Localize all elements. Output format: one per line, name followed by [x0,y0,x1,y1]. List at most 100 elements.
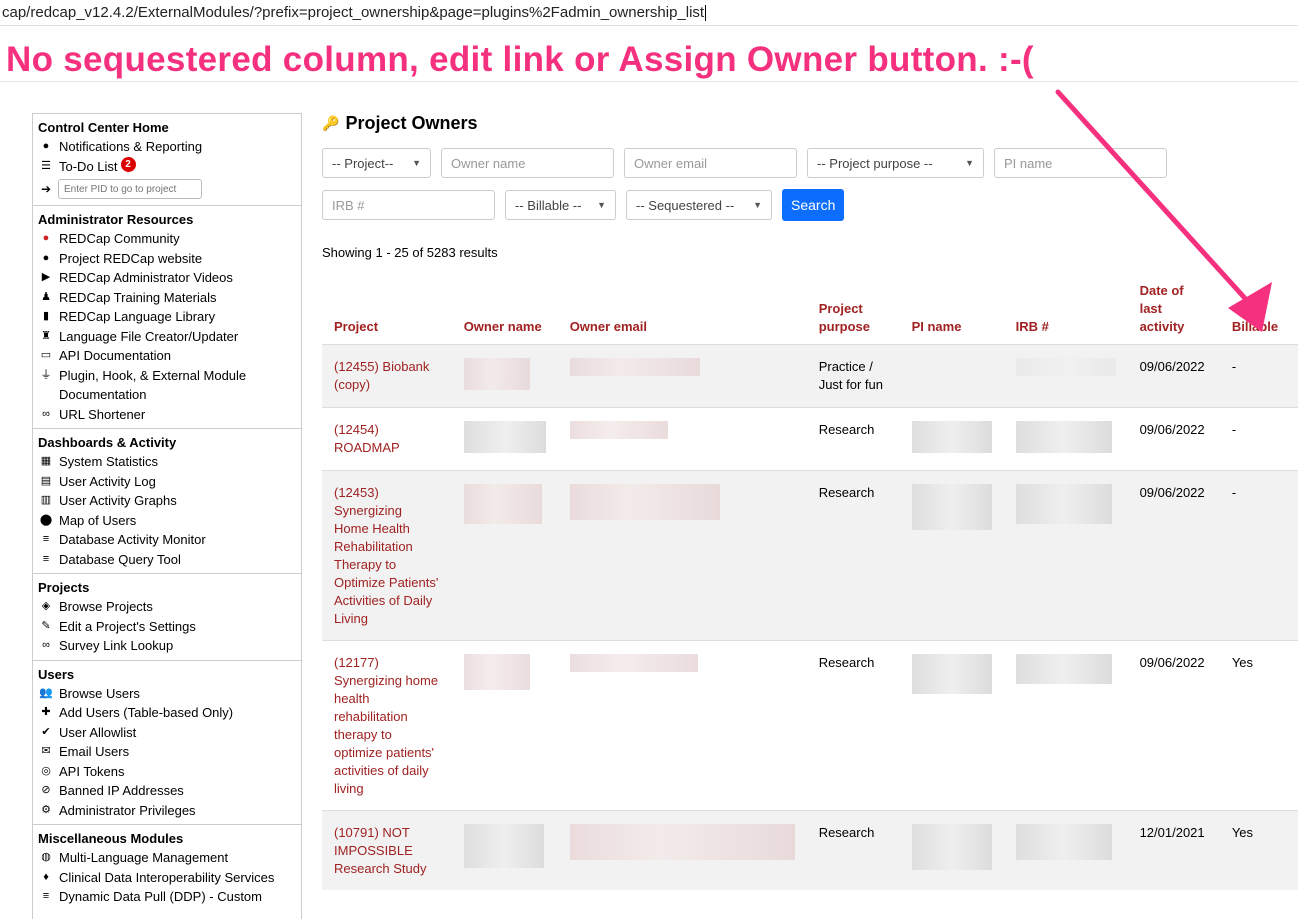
info-icon: ● [42,140,50,152]
results-count: Showing 1 - 25 of 5283 results [322,245,498,260]
purpose-select[interactable]: -- Project purpose -- ▼ [807,148,984,178]
database-icon: ≡ [42,890,50,902]
sidebar-item-plugin-docs[interactable]: ⏚ Plugin, Hook, & External Module Documen… [38,366,296,405]
sidebar-item-todo[interactable]: ☰ To-Do List 2 [38,156,296,177]
search-button[interactable]: Search [782,189,845,221]
table-row: (12453) Synergizing Home Health Rehabili… [322,470,1298,641]
sidebar-item-system-statistics[interactable]: ▦ System Statistics [38,452,296,472]
info-icon: ● [42,251,50,264]
url-text: cap/redcap_v12.4.2/ExternalModules/?pref… [2,4,705,21]
sidebar-item-label: Clinical Data Interoperability Services [59,869,275,885]
sidebar-item-email-users[interactable]: ✉ Email Users [38,742,296,762]
book-icon: ▮ [42,310,50,322]
sidebar-item-map-of-users[interactable]: ⬤ Map of Users [38,511,296,531]
project-link[interactable]: (12453) Synergizing Home Health Rehabili… [322,470,452,641]
project-link[interactable]: (12454) ROADMAP [322,407,452,471]
sidebar-item-label: Database Activity Monitor [59,532,206,547]
sidebar-item-project-website[interactable]: ● Project REDCap website [38,249,296,269]
column-header-last-activity[interactable]: Date of last activity [1128,282,1220,345]
sidebar-item-multi-language[interactable]: ◍ Multi-Language Management [38,848,296,868]
sidebar-item-label: To-Do List [59,158,118,174]
billable-cell: Yes [1219,640,1298,811]
purpose-select-value: -- Project purpose -- [817,155,933,171]
sidebar-item-label: API Tokens [59,763,125,779]
project-link[interactable]: (12177) Synergizing home health rehabili… [322,640,452,811]
sidebar-item-edit-project-settings[interactable]: ✎ Edit a Project's Settings [38,617,296,637]
section-admin-resources: Administrator Resources ● REDCap Communit… [33,206,301,429]
column-header-project[interactable]: Project [322,282,452,345]
section-dashboards: Dashboards & Activity ▦ System Statistics… [33,429,301,574]
pi-name-input[interactable]: PI name [994,148,1167,178]
section-misc: Miscellaneous Modules ◍ Multi-Language Ma… [33,825,301,911]
owner-email-cell [557,344,807,408]
envelope-icon: ✉ [41,745,51,757]
project-select[interactable]: -- Project-- ▼ [322,148,431,178]
column-header-billable[interactable]: Billable [1220,282,1298,345]
irb-cell [1003,407,1128,471]
redacted-block [463,421,546,453]
filter-row-1: -- Project-- ▼ Owner name Owner email -- … [322,148,1298,178]
sidebar-item-label: Map of Users [59,512,137,528]
project-link[interactable]: (10791) NOT IMPOSSIBLE Research Study [322,810,452,890]
project-select-value: -- Project-- [332,155,394,171]
owner-email-cell [557,810,807,890]
sidebar-item-label: Project REDCap website [59,250,203,266]
sidebar-item-language-file-creator[interactable]: ♜ Language File Creator/Updater [38,327,296,347]
sidebar-item-user-activity-graphs[interactable]: ▥ User Activity Graphs [38,491,296,511]
sidebar-item-label: Survey Link Lookup [59,638,174,653]
user-check-icon: ✔ [41,725,51,738]
sidebar-item-db-activity-monitor[interactable]: ≡ Database Activity Monitor [38,530,296,550]
control-center-home-link[interactable]: Control Center Home [38,120,296,135]
sidebar-item-language-library[interactable]: ▮ REDCap Language Library [38,307,296,327]
owner-email-input[interactable]: Owner email [624,148,797,178]
sidebar-item-url-shortener[interactable]: ∞ URL Shortener [38,405,296,425]
pi-name-cell [899,407,1004,471]
purpose-cell: Research [806,810,900,890]
column-header-owner-email[interactable]: Owner email [558,282,807,345]
sidebar-item-db-query-tool[interactable]: ≡ Database Query Tool [38,550,296,570]
key-icon: 🔑 [322,114,340,131]
billable-cell: Yes [1219,810,1298,890]
sidebar-item-add-users[interactable]: ✚ Add Users (Table-based Only) [38,703,296,723]
owner-name-input[interactable]: Owner name [441,148,614,178]
coins-icon: ◎ [41,764,51,777]
sidebar-item-banned-ips[interactable]: ⊘ Banned IP Addresses [38,781,296,801]
sidebar-item-user-activity-log[interactable]: ▤ User Activity Log [38,472,296,492]
sidebar-item-cdis[interactable]: ♦ Clinical Data Interoperability Services [38,868,296,888]
sidebar-item-browse-users[interactable]: 👥 Browse Users [38,684,296,704]
section-title: Miscellaneous Modules [38,831,184,846]
sidebar-item-training-materials[interactable]: ♟ REDCap Training Materials [38,288,296,308]
address-bar[interactable]: cap/redcap_v12.4.2/ExternalModules/?pref… [0,0,1298,26]
sidebar-item-api-tokens[interactable]: ◎ API Tokens [38,762,296,782]
sidebar-item-redcap-community[interactable]: ● REDCap Community [38,229,296,249]
pi-name-placeholder: PI name [1004,155,1053,171]
table-row: (12455) Biobank (copy) Practice / Just f… [322,344,1298,408]
sidebar-item-notifications[interactable]: ● Notifications & Reporting [38,137,296,157]
billable-select-value: -- Billable -- [515,197,582,213]
sidebar-item-api-docs[interactable]: ▭ API Documentation [38,346,296,366]
sidebar-item-admin-videos[interactable]: ▶ REDCap Administrator Videos [38,268,296,288]
section-title: Dashboards & Activity [38,435,177,450]
sidebar-item-survey-link-lookup[interactable]: ∞ Survey Link Lookup [38,636,296,656]
column-header-purpose[interactable]: Project purpose [807,282,900,345]
receipt-icon: ▤ [40,474,52,487]
billable-select[interactable]: -- Billable -- ▼ [505,190,616,220]
sidebar-item-browse-projects[interactable]: ◈ Browse Projects [38,597,296,617]
project-link[interactable]: (12455) Biobank (copy) [322,344,452,408]
sidebar-item-label: User Activity Graphs [59,493,177,508]
column-header-irb[interactable]: IRB # [1004,282,1128,345]
redacted-block [463,824,544,868]
sidebar-item-label: Edit a Project's Settings [59,618,196,634]
column-header-pi-name[interactable]: PI name [900,282,1004,345]
pid-input[interactable] [58,179,202,199]
sidebar-item-user-allowlist[interactable]: ✔ User Allowlist [38,723,296,743]
sidebar-item-admin-privileges[interactable]: ⚙ Administrator Privileges [38,801,296,821]
irb-input[interactable]: IRB # [322,190,495,220]
redacted-block [911,654,992,694]
map-marker-icon: ⬤ [39,513,53,526]
sidebar-item-ddp-custom[interactable]: ≡ Dynamic Data Pull (DDP) - Custom [38,887,296,907]
user-plus-icon: ✚ [41,706,51,718]
owner-name-placeholder: Owner name [451,155,526,171]
column-header-owner-name[interactable]: Owner name [452,282,558,345]
sequestered-select[interactable]: -- Sequestered -- ▼ [626,190,772,220]
